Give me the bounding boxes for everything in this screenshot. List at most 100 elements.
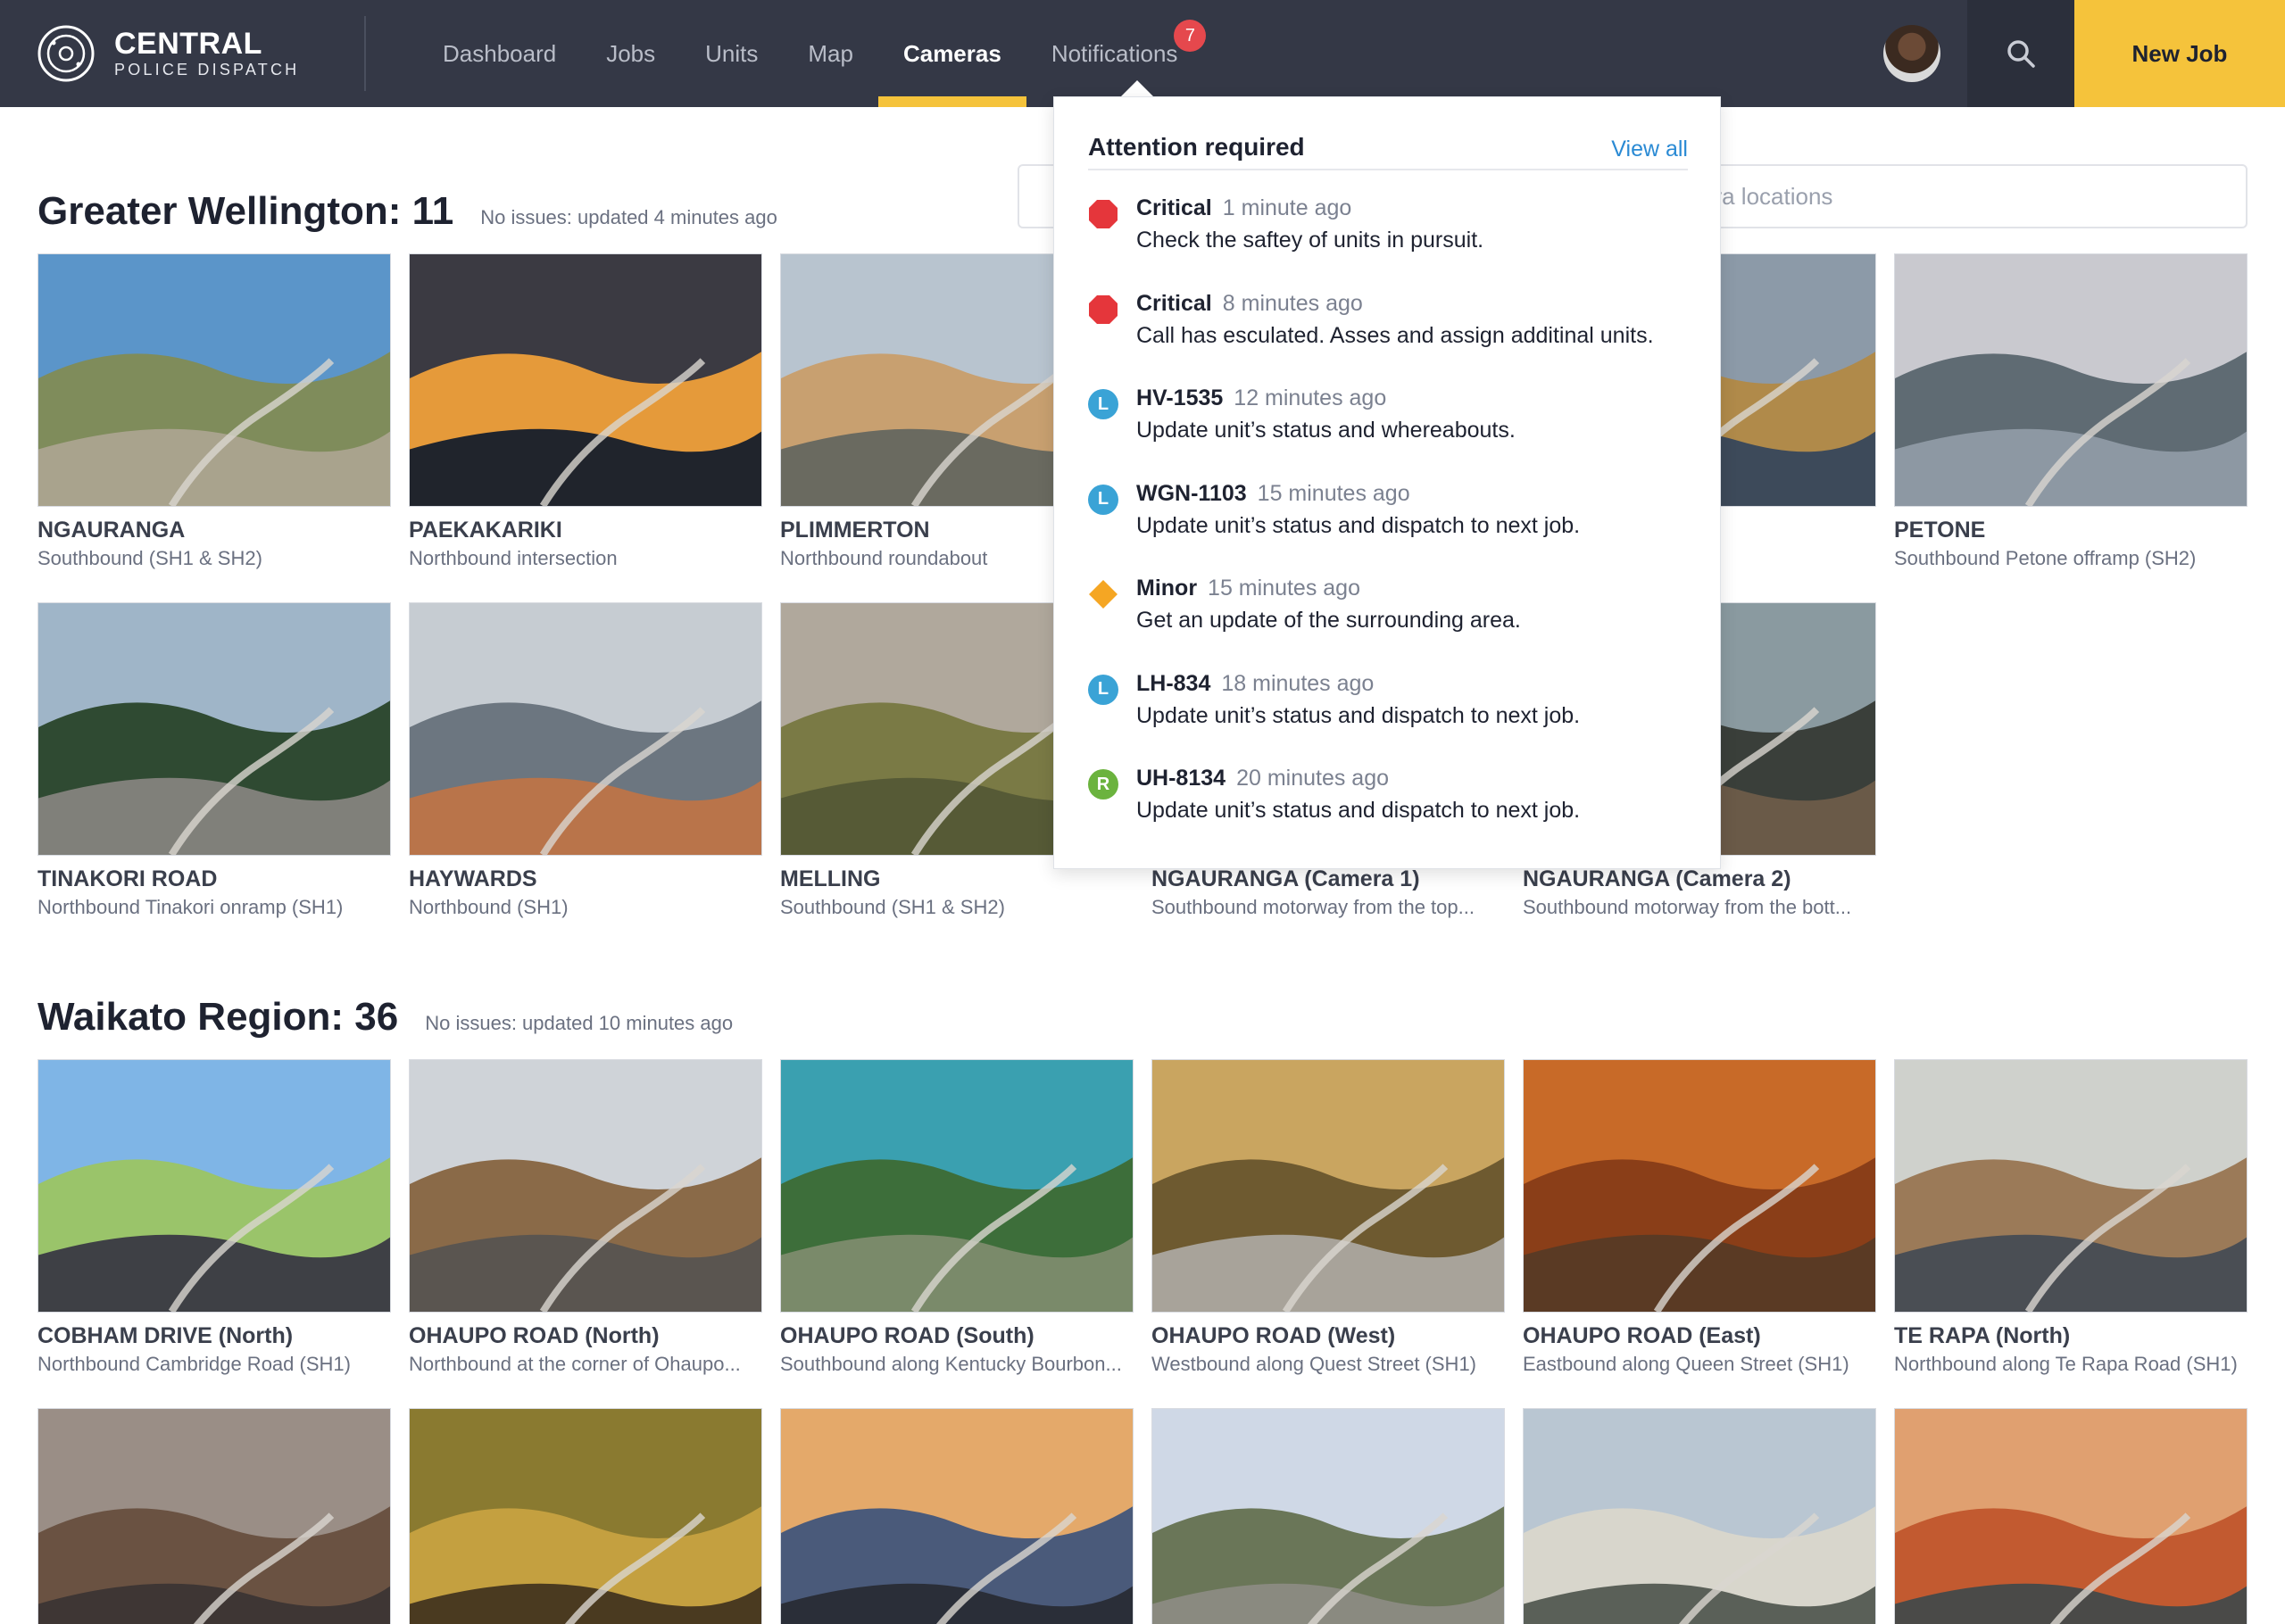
notification-item[interactable]: Critical 8 minutes ago Call has esculated.… (1088, 284, 1688, 355)
camera-description: Eastbound along Queen Street (SH1) (1523, 1353, 1849, 1375)
unit-type-icon: L (1088, 674, 1118, 705)
camera-feed-thumbnail[interactable] (37, 602, 391, 856)
notification-message: Update unit’s status and dispatch to nex… (1136, 512, 1581, 538)
notification-item[interactable]: Critical 1 minute ago Check the saftey of … (1088, 188, 1688, 260)
camera-name: MELLING (780, 866, 881, 891)
unit-type-icon: R (1088, 769, 1118, 800)
brand-title: CENTRAL (114, 27, 262, 61)
notification-item[interactable]: L LH-834 18 minutes ago Update unit’s statu… (1088, 664, 1688, 735)
camera-name: TE RAPA (North) (1894, 1323, 2071, 1348)
camera-card[interactable]: TE RAPA (North) Northbound along Te Rapa … (1894, 1059, 2248, 1376)
camera-description: Southbound motorway from the bott... (1523, 896, 1852, 918)
user-avatar[interactable] (1883, 25, 1940, 82)
camera-feed-thumbnail[interactable] (1523, 1059, 1876, 1313)
brand[interactable]: CENTRAL POLICE DISPATCH (37, 25, 299, 82)
notification-label: HV-1535 (1136, 385, 1224, 410)
camera-card[interactable]: OHAUPO ROAD (South) Southbound along Kent… (780, 1059, 1134, 1376)
search-button[interactable] (1967, 0, 2074, 107)
camera-feed-thumbnail[interactable] (37, 253, 391, 507)
notification-message: Get an update of the surrounding area. (1136, 608, 1521, 633)
camera-feed-thumbnail[interactable] (1151, 1408, 1505, 1624)
camera-card[interactable] (1894, 1408, 2248, 1624)
camera-name: OHAUPO ROAD (West) (1151, 1323, 1396, 1348)
camera-feed-thumbnail[interactable] (409, 1408, 762, 1624)
camera-card[interactable]: PAEKAKARIKI Northbound intersection (409, 253, 762, 570)
camera-card[interactable]: NGAURANGA Southbound (SH1 & SH2) (37, 253, 391, 570)
notification-item[interactable]: Minor 15 minutes ago Get an update of the … (1088, 568, 1688, 640)
notification-item[interactable]: R UH-8134 20 minutes ago Update unit’s stat… (1088, 758, 1688, 830)
notification-time: 12 minutes ago (1234, 385, 1387, 410)
camera-card[interactable] (37, 1408, 391, 1624)
camera-feed-thumbnail[interactable] (37, 1059, 391, 1313)
view-all-link[interactable]: View all (1611, 137, 1688, 162)
camera-name: NGAURANGA (37, 518, 186, 543)
camera-feed-thumbnail[interactable] (780, 1059, 1134, 1313)
camera-card[interactable]: COBHAM DRIVE (North) Northbound Cambridge… (37, 1059, 391, 1376)
camera-feed-thumbnail[interactable] (37, 1408, 391, 1624)
camera-feed-thumbnail[interactable] (409, 1059, 762, 1313)
notification-label: Critical (1136, 195, 1212, 220)
unit-type-icon: L (1088, 389, 1118, 419)
camera-description: Southbound (SH1 & SH2) (780, 896, 1005, 918)
camera-feed-thumbnail[interactable] (409, 602, 762, 856)
nav-dashboard[interactable]: Dashboard (418, 0, 581, 107)
section-title: Waikato Region: 36 (37, 995, 399, 1039)
notification-time: 18 minutes ago (1221, 670, 1375, 696)
notification-time: 15 minutes ago (1208, 576, 1360, 601)
camera-feed-thumbnail[interactable] (1894, 1408, 2248, 1624)
notification-message: Call has esculated. Asses and assign add… (1136, 322, 1654, 348)
camera-feed-thumbnail[interactable] (1523, 1408, 1876, 1624)
camera-feed-thumbnail[interactable] (1894, 1059, 2248, 1313)
nav-cameras[interactable]: Cameras (877, 0, 1026, 107)
unit-type-icon: L (1088, 484, 1118, 515)
section-title: Greater Wellington: 11 (37, 189, 454, 233)
critical-stop-icon (1089, 294, 1118, 324)
camera-feed-thumbnail[interactable] (409, 253, 762, 507)
camera-name: NGAURANGA (Camera 2) (1523, 866, 1791, 891)
camera-feed-thumbnail[interactable] (1894, 253, 2248, 507)
notification-label: Minor (1136, 576, 1198, 601)
camera-feed-thumbnail[interactable] (780, 1408, 1134, 1624)
notification-item[interactable]: L HV-1535 12 minutes ago Update unit’s stat… (1088, 378, 1688, 450)
camera-card[interactable]: TINAKORI ROAD Northbound Tinakori onramp … (37, 602, 391, 919)
camera-description: Southbound motorway from the top... (1151, 896, 1475, 918)
notification-count-badge: 7 (1174, 20, 1207, 52)
camera-description: Southbound along Kentucky Bourbon... (780, 1353, 1122, 1375)
main-nav: Dashboard Jobs Units Map Cameras Notific… (418, 0, 1209, 107)
new-job-button[interactable]: New Job (2074, 0, 2285, 107)
nav-units[interactable]: Units (680, 0, 783, 107)
nav-jobs[interactable]: Jobs (581, 0, 680, 107)
camera-card[interactable]: HAYWARDS Northbound (SH1) (409, 602, 762, 919)
camera-feed-thumbnail[interactable] (1151, 1059, 1505, 1313)
camera-card[interactable] (1151, 1408, 1505, 1624)
camera-card[interactable]: OHAUPO ROAD (East) Eastbound along Queen … (1523, 1059, 1876, 1376)
notification-time: 1 minute ago (1222, 195, 1352, 220)
dropdown-arrow (1121, 80, 1153, 96)
camera-description: Northbound along Te Rapa Road (SH1) (1894, 1353, 2238, 1375)
camera-description: Northbound Cambridge Road (SH1) (37, 1353, 351, 1375)
search-placeholder: era locations (1701, 182, 1833, 210)
camera-name: OHAUPO ROAD (South) (780, 1323, 1034, 1348)
camera-card[interactable] (780, 1408, 1134, 1624)
notification-message: Update unit’s status and dispatch to nex… (1136, 702, 1581, 728)
camera-card[interactable]: OHAUPO ROAD (West) Westbound along Quest … (1151, 1059, 1505, 1376)
camera-card[interactable]: OHAUPO ROAD (North) Northbound at the cor… (409, 1059, 762, 1376)
notification-message: Update unit’s status and dispatch to nex… (1136, 798, 1581, 823)
minor-warning-icon (1089, 580, 1118, 609)
nav-notifications[interactable]: Notifications 7 (1026, 0, 1210, 107)
notification-message: Update unit’s status and whereabouts. (1136, 418, 1516, 443)
notification-label: Critical (1136, 290, 1212, 316)
camera-name: HAYWARDS (409, 866, 537, 891)
notification-item[interactable]: L WGN-1103 15 minutes ago Update unit’s sta… (1088, 474, 1688, 545)
notification-label: WGN-1103 (1136, 480, 1247, 506)
camera-name: OHAUPO ROAD (North) (409, 1323, 660, 1348)
nav-map[interactable]: Map (783, 0, 878, 107)
camera-description: Northbound intersection (409, 547, 618, 569)
camera-description: Northbound Tinakori onramp (SH1) (37, 896, 344, 918)
camera-card[interactable] (409, 1408, 762, 1624)
camera-card[interactable]: PETONE Southbound Petone offramp (SH2) (1894, 253, 2248, 570)
camera-description: Northbound (SH1) (409, 896, 569, 918)
critical-stop-icon (1089, 200, 1118, 228)
camera-card[interactable] (1523, 1408, 1876, 1624)
notification-label: UH-8134 (1136, 766, 1226, 791)
